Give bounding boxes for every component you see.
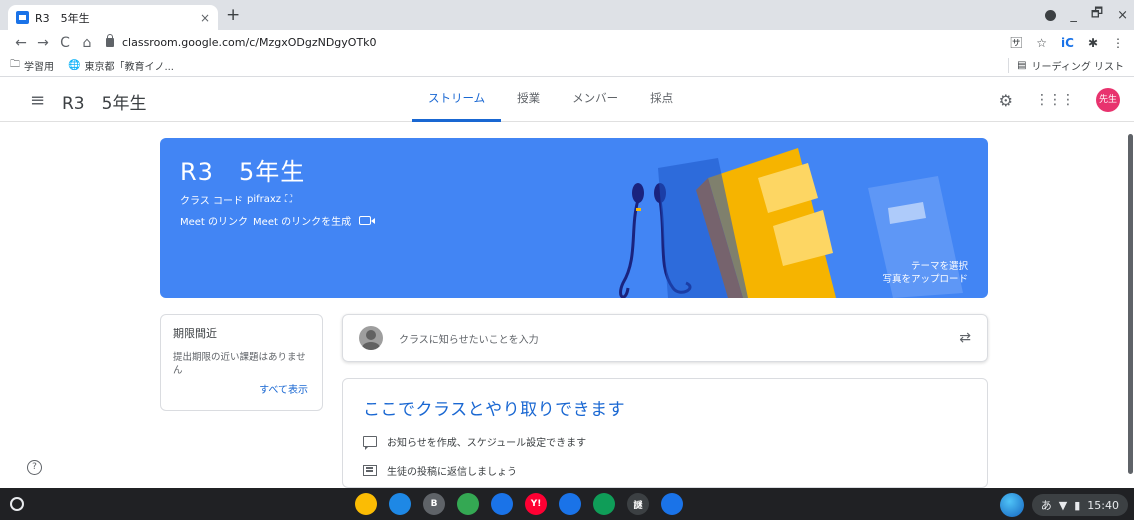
system-tray[interactable]: あ ▼ ▮ 15:40 [1031,494,1128,516]
meet-row: Meet のリンク Meet のリンクを生成 [180,213,376,228]
class-code-value: pifraxz [246,194,282,205]
shelf-app-files-icon[interactable] [661,493,683,515]
forward-button[interactable]: → [32,35,54,51]
class-code-label: クラス コード [180,196,243,207]
menu-kebab-icon[interactable]: ⋮ [1112,36,1124,50]
stream-info-card: ここでクラスとやり取りできます お知らせを作成、スケジュール設定できます 生徒の… [342,378,988,488]
meet-generate-link[interactable]: Meet のリンクを生成 [253,213,351,228]
restore-button[interactable]: 🗗 [1091,4,1103,26]
extensions-puzzle-icon[interactable]: ✱ [1088,36,1098,50]
reading-list-button[interactable]: ▤ リーディング リスト [1008,58,1124,73]
close-window-button[interactable]: × [1117,8,1128,23]
lock-icon [106,34,114,47]
avatar[interactable]: 先生 [1096,88,1120,112]
battery-icon: ▮ [1074,498,1081,512]
tab-close-icon[interactable]: × [200,11,210,25]
reading-list-icon: ▤ [1017,60,1027,71]
wifi-icon: ▼ [1058,498,1068,512]
globe-icon[interactable] [999,493,1024,517]
apps-grid-icon[interactable]: ⋮⋮⋮ [1035,92,1075,108]
view-all-link[interactable]: すべて表示 [259,381,308,396]
translate-icon[interactable]: 🈂 [1010,34,1022,51]
shelf-app-app-5-icon[interactable] [491,493,513,515]
reply-list-icon [363,465,377,476]
upcoming-title: 期限間近 [173,327,217,340]
tab-people[interactable]: メンバー [556,78,634,122]
meet-label: Meet のリンク [180,217,249,228]
shelf-app-meet-icon[interactable] [559,493,581,515]
reuse-post-icon[interactable]: ⇄ [959,330,971,346]
gear-icon[interactable]: ⚙ [999,91,1013,110]
bookmark-label: 東京都「教育イノ... [84,62,174,73]
browser-tabstrip: R3 5年生 × + _ 🗗 × [0,0,1134,30]
page-scrollbar[interactable] [1128,134,1133,474]
back-button[interactable]: ← [10,35,32,51]
user-avatar-icon [359,326,383,350]
classroom-favicon-icon [16,11,29,24]
info-item: 生徒の投稿に返信しましょう [363,463,967,478]
minimize-button[interactable]: _ [1070,8,1077,23]
browser-toolbar: ← → C ⌂ classroom.google.com/c/MzgxODgzN… [0,30,1134,55]
tab-grades[interactable]: 採点 [634,78,689,122]
reading-list-label: リーディング リスト [1031,62,1124,73]
help-icon[interactable]: ? [27,460,42,475]
class-tabs: ストリーム 授業 メンバー 採点 [412,78,689,122]
ime-indicator: あ [1040,499,1052,512]
home-button[interactable]: ⌂ [76,35,98,51]
hamburger-menu-icon[interactable]: ≡ [30,90,45,111]
class-code-row: クラス コード pifraxz ⛶ [180,192,292,207]
announcement-icon [363,436,377,450]
clock: 15:40 [1087,498,1119,512]
launcher-icon[interactable] [10,497,24,511]
bookmark-site[interactable]: 🌐 東京都「教育イノ... [68,58,174,73]
shelf-app-chrome-icon[interactable] [355,493,377,515]
announcement-placeholder: クラスに知らせたいことを入力 [399,334,539,346]
folder-icon: 🗀 [10,59,20,70]
fullscreen-code-icon[interactable]: ⛶ [285,194,292,205]
tab-classwork[interactable]: 授業 [501,78,556,122]
announcement-composer[interactable]: クラスに知らせたいことを入力 ⇄ [342,314,988,362]
shelf-app-classroom-icon[interactable] [593,493,615,515]
select-theme-link[interactable]: テーマを選択 [882,260,968,273]
video-camera-icon[interactable] [359,216,376,225]
window-controls: _ 🗗 × [1045,4,1128,26]
shelf-app-yahoo-icon[interactable]: Y! [525,493,547,515]
classroom-header: ≡ R3 5年生 ストリーム 授業 メンバー 採点 ⚙ ⋮⋮⋮ 先生 [0,78,1134,122]
class-banner: R3 5年生 クラス コード pifraxz ⛶ Meet のリンク Meet … [160,138,988,298]
new-tab-button[interactable]: + [226,5,240,25]
info-heading: ここでクラスとやり取りできます [363,400,626,420]
bookmark-star-icon[interactable]: ☆ [1036,36,1047,50]
tab-stream[interactable]: ストリーム [412,78,502,122]
address-bar[interactable]: classroom.google.com/c/MzgxODgzNDgyOTk0 [106,34,377,49]
os-shelf: B Y! 謎 あ ▼ ▮ 15:40 [0,488,1134,520]
upcoming-card: 期限間近 提出期限の近い課題はありません すべて表示 [160,314,323,411]
extension-ic-icon[interactable]: iC [1061,36,1074,50]
class-name[interactable]: R3 5年生 [62,89,146,114]
banner-theme-actions: テーマを選択 写真をアップロード [882,260,968,286]
upload-photo-link[interactable]: 写真をアップロード [882,273,968,286]
browser-tab[interactable]: R3 5年生 × [8,5,218,30]
reload-button[interactable]: C [54,35,76,51]
header-actions: ⚙ ⋮⋮⋮ 先生 [999,88,1120,112]
site-icon: 🌐 [68,60,81,71]
shelf-app-app-9-icon[interactable]: 謎 [627,493,649,515]
shelf-apps: B Y! 謎 [355,493,683,515]
info-item: お知らせを作成、スケジュール設定できます [363,434,967,450]
bookmark-label: 学習用 [24,62,54,73]
shelf-app-app-2-icon[interactable] [389,493,411,515]
toolbar-actions: 🈂 ☆ iC ✱ ⋮ [1010,34,1124,51]
url-text: classroom.google.com/c/MzgxODgzNDgyOTk0 [122,36,377,49]
info-item-text: 生徒の投稿に返信しましょう [387,467,517,478]
shelf-app-play-icon[interactable] [457,493,479,515]
upcoming-empty-text: 提出期限の近い課題はありません [173,352,306,376]
banner-class-title: R3 5年生 [180,158,306,186]
status-tray: あ ▼ ▮ 15:40 [999,493,1128,517]
info-item-text: お知らせを作成、スケジュール設定できます [387,438,587,449]
shelf-app-app-b-icon[interactable]: B [423,493,445,515]
bookmarks-bar: 🗀 学習用 🌐 東京都「教育イノ... ▤ リーディング リスト [0,55,1134,77]
tab-title: R3 5年生 [35,11,90,25]
bookmark-folder[interactable]: 🗀 学習用 [10,57,54,74]
profile-dot-icon[interactable] [1045,9,1057,21]
